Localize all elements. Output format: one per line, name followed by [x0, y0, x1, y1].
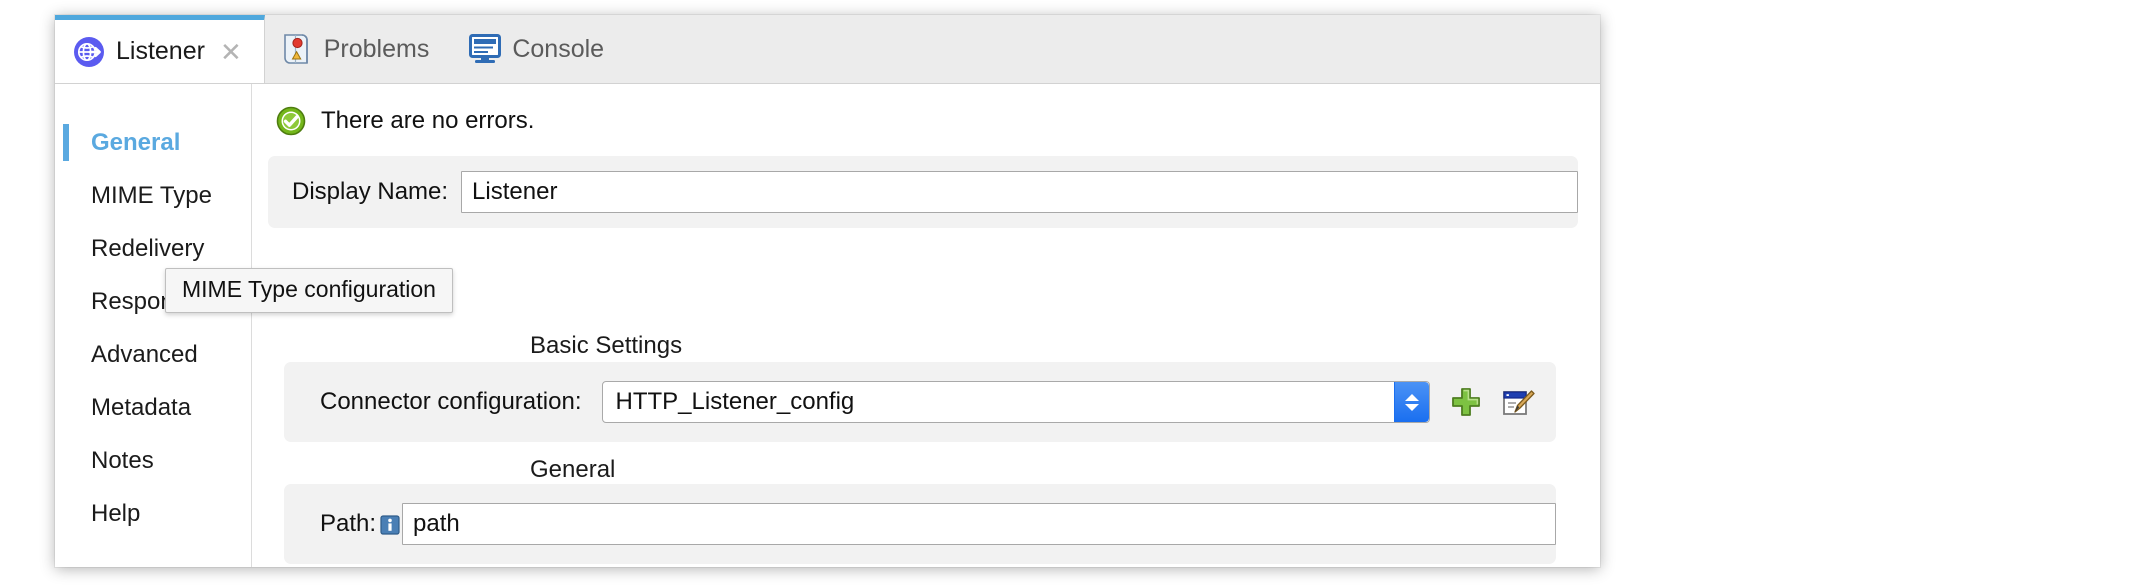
sidebar-item-mime-type[interactable]: MIME Type [55, 169, 251, 222]
general-panel: Path: path [284, 484, 1556, 564]
sidebar-item-label: Redelivery [91, 234, 205, 262]
tab-console-label: Console [512, 34, 605, 63]
tab-problems-label: Problems [323, 34, 430, 63]
edit-icon[interactable] [1502, 386, 1536, 418]
sidebar-item-help[interactable]: Help [55, 487, 251, 540]
path-label: Path: [320, 510, 377, 537]
sidebar-item-label: Notes [91, 446, 154, 474]
display-name-input[interactable]: Listener [461, 171, 1578, 213]
globe-arrow-icon [73, 36, 105, 68]
problems-icon [283, 33, 313, 65]
status-text: There are no errors. [321, 107, 535, 134]
tooltip: MIME Type configuration [165, 268, 453, 313]
basic-settings-title: Basic Settings [530, 332, 683, 359]
display-name-value: Listener [472, 178, 558, 205]
sidebar-item-label: MIME Type [91, 181, 212, 209]
updown-chevron-icon[interactable] [1393, 382, 1429, 422]
sidebar: General MIME Type Redelivery Responses A… [55, 84, 252, 567]
path-label-wrap: Path: [320, 510, 400, 538]
connector-configuration-value: HTTP_Listener_config [615, 388, 855, 415]
sidebar-item-notes[interactable]: Notes [55, 434, 251, 487]
plus-icon[interactable] [1450, 386, 1482, 418]
sidebar-item-label: Metadata [91, 393, 192, 421]
tab-problems[interactable]: Problems [265, 15, 452, 83]
tab-console[interactable]: Console [451, 15, 626, 83]
general-section-title: General [530, 456, 616, 483]
sidebar-item-label: Advanced [91, 340, 198, 368]
info-icon[interactable] [380, 515, 400, 535]
content-pane: There are no errors. Display Name: Liste… [252, 84, 1600, 567]
sidebar-item-general[interactable]: General [55, 116, 251, 169]
console-icon [469, 34, 502, 64]
tab-listener-label: Listener [116, 37, 205, 65]
path-value: path [413, 510, 460, 537]
display-name-label: Display Name: [292, 178, 449, 205]
screen: Listener ✕ Problems Console General MIME… [0, 0, 2142, 588]
close-icon[interactable]: ✕ [220, 39, 242, 65]
path-input[interactable]: path [402, 503, 1556, 545]
tab-listener[interactable]: Listener ✕ [55, 15, 265, 83]
connector-configuration-label: Connector configuration: [320, 388, 582, 415]
connector-configuration-select[interactable]: HTTP_Listener_config [601, 381, 1430, 423]
sidebar-item-metadata[interactable]: Metadata [55, 381, 251, 434]
connector-panel: Connector configuration: HTTP_Listener_c… [284, 362, 1556, 442]
sidebar-item-advanced[interactable]: Advanced [55, 328, 251, 381]
display-name-panel: Display Name: Listener [268, 156, 1578, 228]
tooltip-text: MIME Type configuration [182, 276, 436, 302]
tab-bar: Listener ✕ Problems Console [55, 15, 1600, 84]
status-message: There are no errors. [252, 84, 1600, 156]
window-body: General MIME Type Redelivery Responses A… [55, 84, 1600, 567]
sidebar-item-label: Help [91, 499, 141, 527]
check-circle-icon [276, 106, 306, 136]
sidebar-item-label: General [91, 128, 181, 156]
